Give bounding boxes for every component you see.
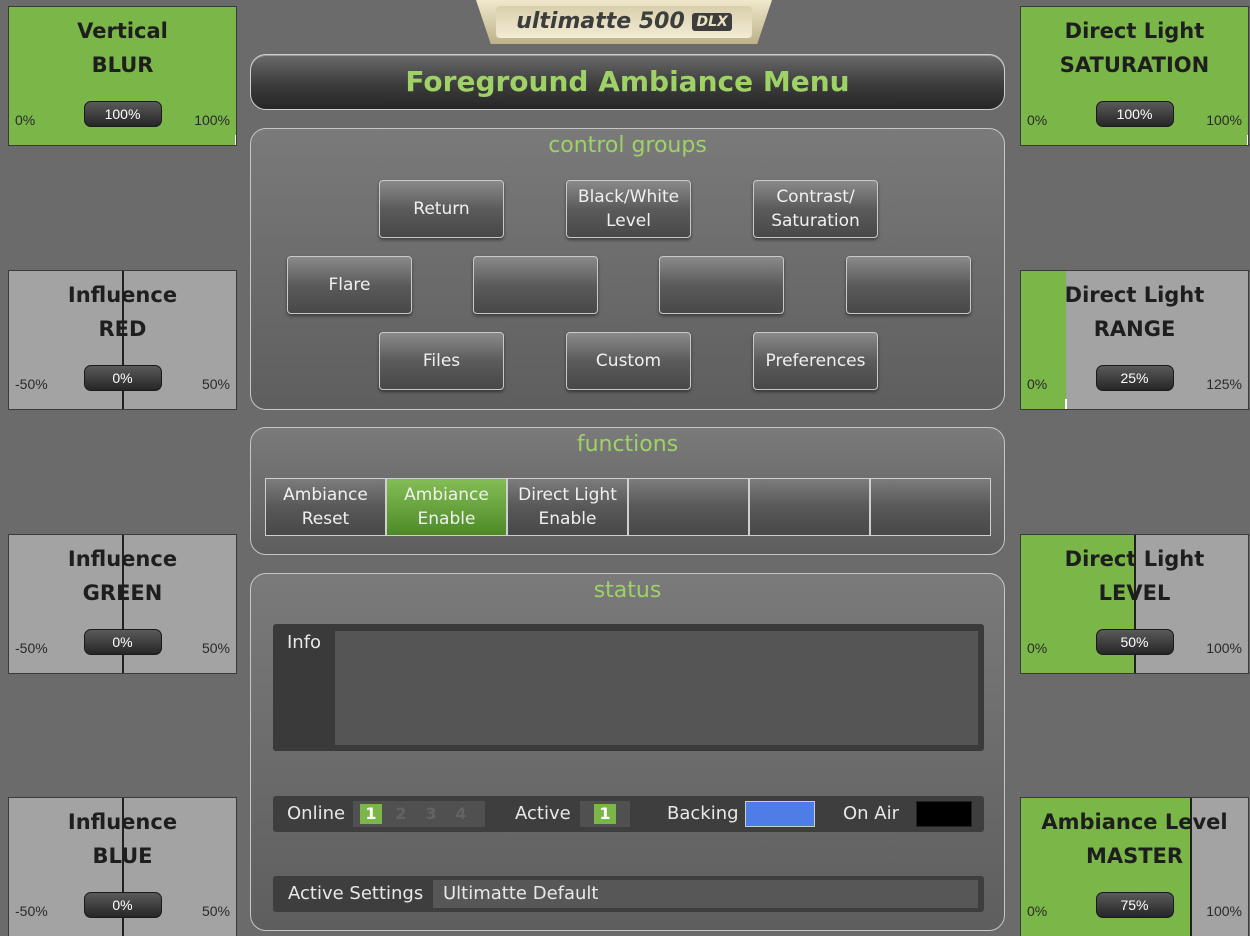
online-channel-1: 1 [360,804,382,824]
info-box: Info [273,624,984,751]
knob-max: 50% [201,903,230,919]
knob-max: 100% [1206,112,1242,128]
knob-title: Direct Light [1064,283,1205,307]
ultimatte-logo: ultimatte 500 DLX [476,0,772,44]
active-settings-row: Active Settings Ultimatte Default [273,876,984,912]
empty-group-button-3[interactable] [846,256,971,314]
knob-max: 50% [201,640,230,656]
knob-min: 0% [1027,903,1048,919]
menu-title: Foreground Ambiance Menu [250,54,1005,110]
online-channel-3: 3 [425,804,437,823]
knob-min: 0% [1027,640,1048,656]
logo-text: ultimatte 500 [516,9,685,34]
empty-function-button-2[interactable] [749,478,870,536]
knob-title: Influence [67,547,178,571]
empty-function-button-3[interactable] [870,478,991,536]
direct-light-enable-button[interactable]: Direct Light Enable [507,478,628,536]
ambiance-reset-button[interactable]: Ambiance Reset [265,478,386,536]
knob-title: Direct Light [1064,19,1205,43]
black-white-level-button[interactable]: Black/White Level [566,180,691,238]
backing-label: Backing [667,803,739,824]
knob-influence-red[interactable]: Influence RED -50% 0% 50% [8,270,237,410]
active-settings-label: Active Settings [288,883,424,904]
info-text-area [335,631,978,745]
empty-group-button-1[interactable] [473,256,598,314]
knob-subtitle: RANGE [1093,317,1176,341]
knob-title: Influence [67,810,178,834]
knob-max: 100% [1206,640,1242,656]
knob-min: 0% [15,112,36,128]
active-label: Active [515,803,571,824]
knob-value[interactable]: 0% [83,892,162,918]
online-channel-4: 4 [455,804,467,823]
knob-value[interactable]: 100% [1095,101,1174,127]
control-groups-title: control groups [548,133,707,158]
custom-button[interactable]: Custom [566,332,691,390]
online-label: Online [287,803,346,824]
backing-color-swatch [745,801,815,827]
logo-plate: ultimatte 500 DLX [496,6,752,38]
knob-vertical-blur[interactable]: Vertical BLUR 0% 100% 100% [8,6,237,146]
knob-influence-green[interactable]: Influence GREEN -50% 0% 50% [8,534,237,674]
info-label: Info [287,632,322,653]
status-indicators: Online 1 2 3 4 Active 1 Backing On Air [273,796,984,832]
functions-title: functions [576,432,679,457]
knob-value[interactable]: 50% [1095,629,1174,655]
knob-max: 100% [194,112,230,128]
on-air-indicator [916,801,972,827]
knob-title: Ambiance Level [1041,810,1228,834]
knob-subtitle: LEVEL [1098,581,1171,605]
knob-direct-light-saturation[interactable]: Direct Light SATURATION 0% 100% 100% [1020,6,1249,146]
return-button[interactable]: Return [379,180,504,238]
contrast-saturation-button[interactable]: Contrast/ Saturation [753,180,878,238]
knob-marker [1065,399,1068,409]
knob-subtitle: SATURATION [1059,53,1210,77]
knob-subtitle: MASTER [1085,844,1184,868]
active-channel: 1 [580,801,630,827]
empty-function-button-1[interactable] [628,478,749,536]
knob-influence-blue[interactable]: Influence BLUE -50% 0% 50% [8,797,237,936]
online-channel-2: 2 [395,804,407,823]
knob-direct-light-range[interactable]: Direct Light RANGE 0% 25% 125% [1020,270,1249,410]
knob-ambiance-level-master[interactable]: Ambiance Level MASTER 0% 75% 100% [1020,797,1249,936]
preferences-button[interactable]: Preferences [753,332,878,390]
knob-title: Vertical [77,19,168,43]
knob-value[interactable]: 0% [83,629,162,655]
knob-min: 0% [1027,112,1048,128]
knob-subtitle: GREEN [82,581,163,605]
status-panel: status Info Online 1 2 3 4 Active 1 Back… [250,573,1005,931]
knob-max: 125% [1206,376,1242,392]
active-settings-field: Ultimatte Default [433,880,978,908]
knob-value[interactable]: 25% [1095,365,1174,391]
knob-value[interactable]: 100% [83,101,162,127]
functions-panel: functions Ambiance Reset Ambiance Enable… [250,427,1005,555]
knob-subtitle: RED [98,317,147,341]
status-title: status [593,578,662,603]
knob-max: 100% [1206,903,1242,919]
files-button[interactable]: Files [379,332,504,390]
knob-title: Influence [67,283,178,307]
knob-min: -50% [15,640,48,656]
ambiance-enable-button[interactable]: Ambiance Enable [386,478,507,536]
knob-direct-light-level[interactable]: Direct Light LEVEL 0% 50% 100% [1020,534,1249,674]
knob-value[interactable]: 75% [1095,892,1174,918]
knob-min: -50% [15,376,48,392]
on-air-label: On Air [843,803,900,824]
knob-marker [235,135,236,145]
knob-min: 0% [1027,376,1048,392]
knob-value[interactable]: 0% [83,365,162,391]
knob-min: -50% [15,903,48,919]
logo-badge: DLX [692,13,732,31]
empty-group-button-2[interactable] [659,256,784,314]
knob-title: Direct Light [1064,547,1205,571]
control-groups-panel: control groups Return Black/White Level … [250,128,1005,410]
knob-marker [1247,135,1248,145]
knob-subtitle: BLUE [92,844,153,868]
knob-subtitle: BLUR [91,53,154,77]
flare-button[interactable]: Flare [287,256,412,314]
knob-max: 50% [201,376,230,392]
active-channel-value: 1 [594,804,616,824]
online-channels: 1 2 3 4 [353,801,485,827]
